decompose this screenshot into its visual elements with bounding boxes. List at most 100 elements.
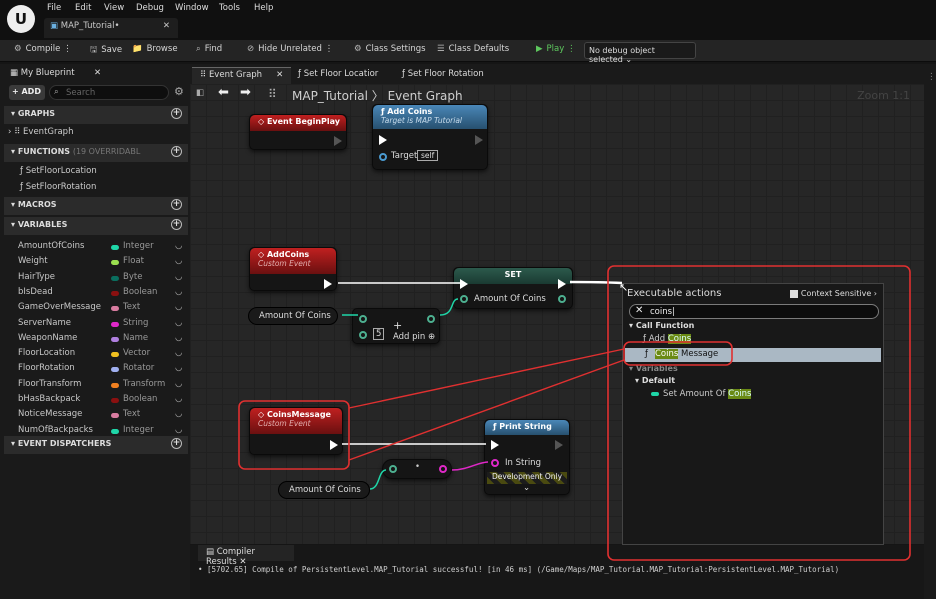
variable-item[interactable]: Weight Float ◡ — [18, 256, 188, 271]
variable-item[interactable]: HairType Byte ◡ — [18, 272, 188, 287]
amount-pin-in[interactable] — [460, 295, 468, 303]
node-coinsmessage-event[interactable]: ◇ CoinsMessage Custom Event — [249, 407, 343, 455]
section-graphs[interactable]: ▾ GRAPHS + — [4, 106, 188, 124]
node-event-beginplay[interactable]: ◇ Event BeginPlay — [249, 114, 347, 150]
exec-pin-out[interactable] — [330, 440, 338, 450]
visibility-eye-icon[interactable]: ◡ — [175, 241, 182, 251]
add-variable-icon[interactable]: + — [171, 219, 182, 230]
exec-pin-out[interactable] — [324, 279, 332, 289]
add-function-icon[interactable]: + — [171, 146, 182, 157]
add-pin-out[interactable] — [427, 315, 435, 323]
save-button[interactable]: 🖫 Save — [90, 44, 122, 58]
settings-gear-icon[interactable]: ⚙ — [174, 85, 184, 98]
clear-search-icon[interactable]: ✕ — [635, 305, 643, 316]
node-set[interactable]: SET Amount Of Coins — [453, 267, 573, 309]
chevron-down-icon[interactable]: ⌄ — [523, 483, 530, 493]
conv-pin-in[interactable] — [389, 465, 397, 473]
exec-pin-in[interactable] — [460, 279, 468, 289]
variable-item[interactable]: ServerName String ◡ — [18, 318, 188, 333]
play-button[interactable]: ▶ Play ⋮ — [536, 44, 575, 54]
self-value[interactable]: self — [417, 150, 439, 161]
exec-pin-in[interactable] — [491, 440, 499, 450]
visibility-eye-icon[interactable]: ◡ — [175, 425, 182, 435]
visibility-eye-icon[interactable]: ◡ — [175, 333, 182, 343]
add-graph-icon[interactable]: + — [171, 108, 182, 119]
tab-event-graph[interactable]: ⠿ Event Graph ✕ — [192, 67, 292, 84]
variable-type[interactable]: Boolean — [123, 287, 157, 297]
unreal-logo-icon[interactable]: U — [7, 5, 35, 33]
node-addcoins-event[interactable]: ◇ AddCoins Custom Event — [249, 247, 337, 291]
back-arrow-icon[interactable]: ⬅ — [218, 85, 229, 100]
variable-type[interactable]: Integer — [123, 425, 154, 435]
variable-type[interactable]: Text — [123, 302, 140, 312]
variable-item[interactable]: FloorRotation Rotator ◡ — [18, 363, 188, 378]
exec-pin-out[interactable] — [555, 440, 563, 450]
variable-item[interactable]: bHasBackpack Boolean ◡ — [18, 394, 188, 409]
node-get-amount-of-coins[interactable]: Amount Of Coins — [248, 307, 338, 325]
add-dispatcher-icon[interactable]: + — [171, 438, 182, 449]
variable-item[interactable]: FloorTransform Transform ◡ — [18, 379, 188, 394]
add-button[interactable]: + ADD — [9, 85, 45, 100]
find-button[interactable]: ⌕ Find — [196, 44, 222, 54]
my-blueprint-tab[interactable]: ▦ My Blueprint ✕ — [4, 66, 104, 82]
menu-tools[interactable]: Tools — [219, 3, 240, 13]
exec-pin-in[interactable] — [379, 135, 387, 145]
variable-type[interactable]: Vector — [123, 348, 150, 358]
variable-type[interactable]: Rotator — [123, 363, 154, 373]
checkbox-icon[interactable] — [789, 289, 798, 298]
compile-button[interactable]: ⚙ Compile ⋮ — [14, 44, 72, 54]
conv-pin-out[interactable] — [439, 465, 447, 473]
popup-search-input[interactable]: ✕ coins| — [629, 304, 879, 319]
section-event-dispatchers[interactable]: ▾ EVENT DISPATCHERS + — [4, 436, 188, 454]
variable-item[interactable]: NoticeMessage Text ◡ — [18, 409, 188, 424]
variable-type[interactable]: Transform — [123, 379, 165, 389]
search-input[interactable]: ⌕ Search — [49, 85, 169, 100]
amount-pin-out[interactable] — [558, 295, 566, 303]
exec-pin-out[interactable] — [558, 279, 566, 289]
variable-type[interactable]: Text — [123, 409, 140, 419]
variable-type[interactable]: Float — [123, 256, 144, 266]
class-defaults-button[interactable]: ☰ Class Defaults — [437, 44, 509, 54]
menu-window[interactable]: Window — [175, 3, 209, 13]
visibility-eye-icon[interactable]: ◡ — [175, 363, 182, 373]
tab-set-floor-rotation[interactable]: ƒ Set Floor Rotation — [394, 67, 492, 84]
node-conversion[interactable]: • — [382, 459, 452, 479]
node-get-amount-of-coins-2[interactable]: Amount Of Coins — [278, 481, 370, 499]
menu-debug[interactable]: Debug — [136, 3, 164, 13]
section-macros[interactable]: ▾ MACROS + — [4, 197, 188, 215]
exec-pin-out[interactable] — [475, 135, 483, 145]
variable-type[interactable]: String — [123, 318, 148, 328]
compiler-results-tab[interactable]: ▤ Compiler Results ✕ — [198, 545, 294, 567]
variable-item[interactable]: AmountOfCoins Integer ◡ — [18, 241, 188, 256]
vertical-scrollbar[interactable]: ⋮ — [924, 64, 936, 599]
category-call-function[interactable]: ▾ Call Function — [629, 321, 694, 330]
node-add-coins[interactable]: ƒ Add Coins Target is MAP Tutorial Target… — [372, 104, 488, 170]
context-sensitive-toggle[interactable]: Context Sensitive › — [789, 289, 877, 298]
visibility-eye-icon[interactable]: ◡ — [175, 318, 182, 328]
visibility-eye-icon[interactable]: ◡ — [175, 394, 182, 404]
menu-help[interactable]: Help — [254, 3, 273, 13]
node-print-string[interactable]: ƒ Print String In String Development Onl… — [484, 419, 570, 495]
variable-type[interactable]: Name — [123, 333, 148, 343]
variable-item[interactable]: FloorLocation Vector ◡ — [18, 348, 188, 363]
debug-object-select[interactable]: No debug object selected ⌄ — [584, 42, 696, 64]
close-icon[interactable]: ✕ — [276, 70, 283, 80]
browse-button[interactable]: 📁 Browse — [132, 44, 178, 54]
visibility-eye-icon[interactable]: ◡ — [175, 409, 182, 419]
document-tab[interactable]: ▣ MAP_Tutorial• ✕ — [44, 18, 178, 38]
visibility-eye-icon[interactable]: ◡ — [175, 302, 182, 312]
close-icon[interactable]: ✕ — [94, 68, 101, 78]
close-icon[interactable]: ✕ — [163, 21, 170, 31]
class-settings-button[interactable]: ⚙ Class Settings — [354, 44, 426, 54]
add-pin-a[interactable] — [359, 315, 367, 323]
action-add-coins[interactable]: ƒ Add Coins — [643, 334, 692, 344]
add-value-field[interactable]: 5 — [373, 328, 385, 340]
visibility-eye-icon[interactable]: ◡ — [175, 348, 182, 358]
add-macro-icon[interactable]: + — [171, 199, 182, 210]
variable-item[interactable]: bIsDead Boolean ◡ — [18, 287, 188, 302]
add-pin-b[interactable] — [359, 331, 367, 339]
variable-type[interactable]: Byte — [123, 272, 142, 282]
in-string-pin[interactable] — [491, 459, 499, 467]
category-default[interactable]: ▾ Default — [635, 376, 675, 385]
menu-file[interactable]: File — [47, 3, 61, 13]
